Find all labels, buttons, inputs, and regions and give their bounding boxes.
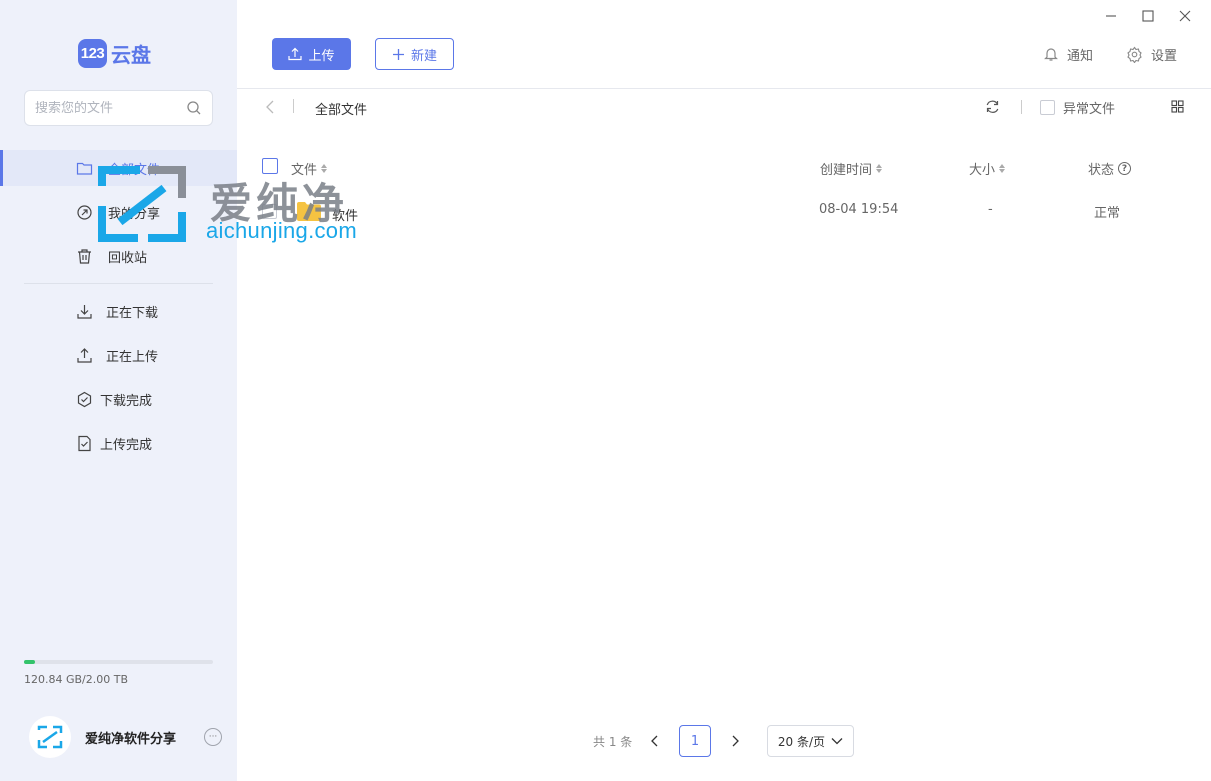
column-header-status: 状态 ? [1088,159,1132,178]
maximize-button[interactable] [1138,6,1158,26]
download-done-icon [77,391,92,407]
column-header-created-label: 创建时间 [820,163,873,178]
more-options-icon[interactable]: ··· [204,728,222,746]
search-box [24,90,213,126]
search-input[interactable] [35,100,186,116]
next-page-icon[interactable] [728,733,742,749]
abnormal-files-checkbox[interactable] [1040,100,1055,115]
app-logo[interactable]: 123 云盘 [78,39,151,68]
sidebar-item-label: 正在下载 [106,305,159,321]
settings-button[interactable]: 设置 [1126,44,1177,64]
search-icon[interactable] [186,100,202,116]
abnormal-files-label: 异常文件 [1063,102,1116,117]
page-number-button[interactable]: 1 [679,725,711,757]
file-created-time: 08-04 19:54 [819,202,899,217]
close-icon [1179,10,1191,22]
file-size: - [988,202,993,217]
watermark: 爱纯净 aichunjing.com [98,166,398,246]
download-icon [77,304,92,319]
sidebar: 123 云盘 全部文件 我的分享 回收站 正在下载 正在上传 下载完成 上传完成… [0,0,237,781]
storage-usage-fill [24,660,36,664]
plus-icon [392,48,404,60]
refresh-icon[interactable] [985,99,1000,114]
sidebar-item-label: 正在上传 [106,349,159,365]
upload-icon [288,47,303,61]
column-header-status-label: 状态 [1088,163,1115,178]
new-button[interactable]: 新建 [375,38,454,70]
upload-icon [77,347,92,363]
logo-badge: 123 [78,39,107,68]
sort-icon [999,164,1006,173]
avatar-logo-icon [37,725,63,749]
sidebar-item-downloading[interactable]: 正在下载 [0,293,237,329]
maximize-icon [1142,10,1154,22]
minimize-button[interactable] [1101,6,1121,26]
trash-icon [78,248,91,264]
column-header-size-label: 大小 [969,163,996,178]
filter-separator [1021,100,1022,114]
page-size-select[interactable]: 20 条/页 [767,725,854,757]
notification-button[interactable]: 通知 [1043,44,1093,64]
close-button[interactable] [1175,6,1195,26]
sidebar-item-upload-done[interactable]: 上传完成 [0,425,237,461]
info-icon[interactable]: ? [1118,162,1132,175]
sidebar-item-download-done[interactable]: 下载完成 [0,381,237,417]
folder-icon [76,162,93,175]
file-status: 正常 [1094,206,1121,221]
sort-icon [876,164,883,173]
chevron-down-icon [831,738,843,745]
storage-usage-bar [24,660,213,664]
watermark-en-text: aichunjing.com [206,218,357,243]
gear-icon [1127,46,1142,63]
username: 爱纯净软件分享 [85,731,177,747]
minimize-icon [1106,15,1116,17]
new-button-label: 新建 [410,48,437,64]
pagination-total: 共 1 条 [593,735,633,749]
logo-text: 云盘 [111,43,151,67]
abnormal-files-filter[interactable]: 异常文件 [1040,98,1115,117]
prev-page-icon[interactable] [648,733,662,749]
sidebar-item-label: 上传完成 [100,437,153,453]
upload-done-icon [78,435,91,451]
user-profile[interactable]: 爱纯净软件分享 ··· [29,716,229,758]
back-arrow-icon[interactable] [263,98,277,116]
notification-label: 通知 [1067,48,1094,64]
toolbar-divider [237,88,1211,89]
sidebar-item-uploading[interactable]: 正在上传 [0,337,237,373]
column-header-created[interactable]: 创建时间 [820,159,883,178]
page-size-label: 20 条/页 [777,734,826,749]
grid-view-icon[interactable] [1171,100,1184,113]
bell-icon [1044,48,1058,61]
watermark-logo-icon [98,166,186,242]
sidebar-divider [24,283,213,284]
sidebar-item-label: 回收站 [108,250,148,266]
breadcrumb-separator [293,99,294,113]
storage-usage-text: 120.84 GB/2.00 TB [24,673,129,686]
breadcrumb-current[interactable]: 全部文件 [315,99,367,118]
upload-button-label: 上传 [308,48,335,64]
column-header-size[interactable]: 大小 [969,159,1006,178]
avatar[interactable] [29,716,71,758]
sidebar-item-label: 下载完成 [100,393,153,409]
share-icon [77,204,92,220]
settings-label: 设置 [1151,48,1178,64]
upload-button[interactable]: 上传 [272,38,351,70]
